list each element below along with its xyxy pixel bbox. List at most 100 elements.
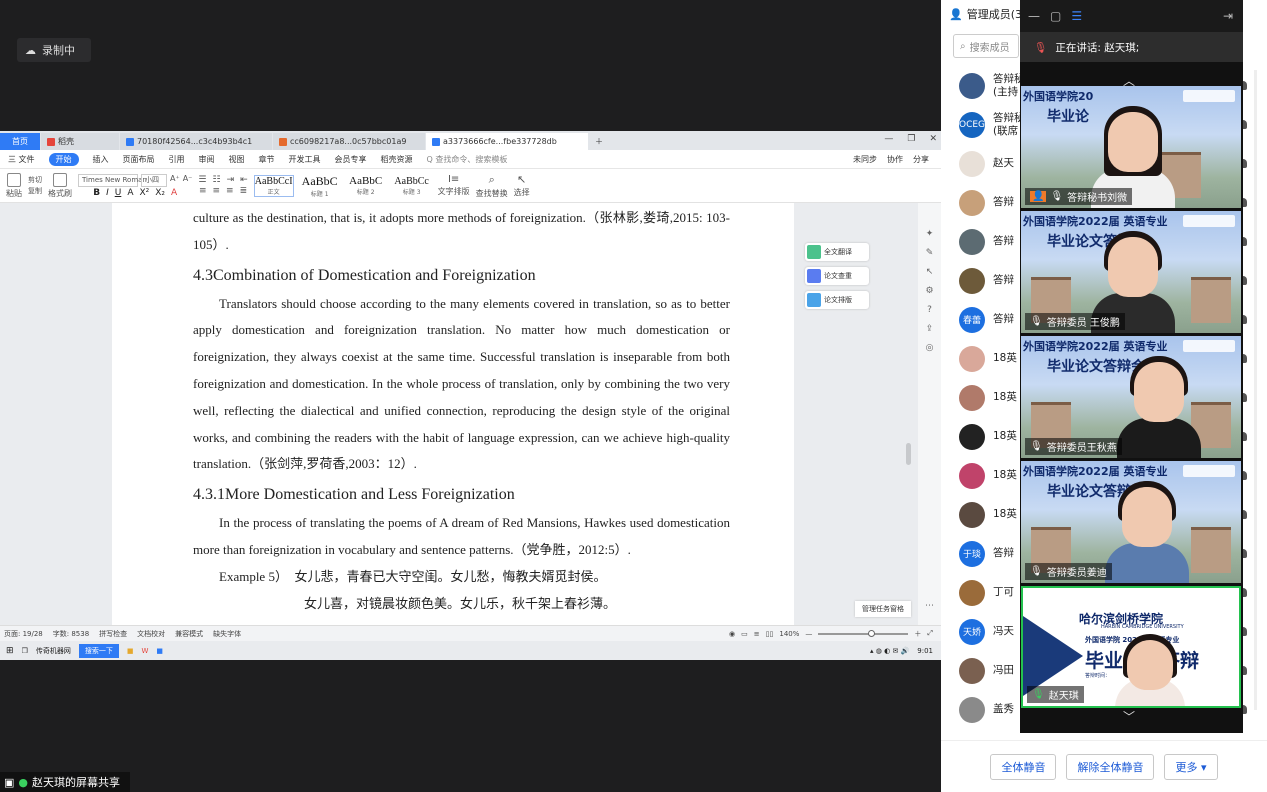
task-view-icon[interactable]: ❒ <box>22 647 28 655</box>
font-grow-icon[interactable]: A⁺ <box>170 174 180 187</box>
tab-home[interactable]: 首页 <box>0 133 40 150</box>
scroll-down-icon[interactable]: ﹀ <box>1123 708 1135 725</box>
window-icon[interactable]: ▢ <box>1050 9 1061 23</box>
menu-review[interactable]: 审阅 <box>199 154 215 165</box>
bold-icon[interactable]: B <box>93 188 100 198</box>
video-tile-5-active[interactable]: 哈尔滨剑桥学院 HARBIN CAMBRIDGE UNIVERSITY 外国语学… <box>1021 586 1241 708</box>
superscript-icon[interactable]: X² <box>139 188 149 198</box>
minimize-icon[interactable]: — <box>884 134 893 144</box>
format-painter-button[interactable]: 格式刷 <box>48 172 72 199</box>
settings-icon[interactable]: ⚙ <box>925 286 933 296</box>
close-icon[interactable]: ✕ <box>929 134 937 144</box>
style-heading-3[interactable]: AaBbCc 标题 3 <box>392 176 432 196</box>
menu-home[interactable]: 开始 <box>48 152 79 166</box>
font-select[interactable]: Times New Roman <box>78 173 147 187</box>
mute-all-button[interactable]: 全体静音 <box>990 753 1057 780</box>
menu-docer[interactable]: 稻壳资源 <box>381 154 413 165</box>
edit-icon[interactable]: ✎ <box>926 248 934 258</box>
member-list-scrollbar[interactable] <box>1254 70 1257 710</box>
find-replace-button[interactable]: ⌕ 查找替换 <box>476 173 508 199</box>
bullets-icon[interactable]: ☰ <box>198 175 206 185</box>
video-tile-4[interactable]: 外国语学院2022届 英语专业 毕业论文答辩会 🎙 答辩委员姜迪 <box>1021 461 1241 583</box>
zoom-slider-knob[interactable] <box>867 629 875 637</box>
vertical-scrollbar[interactable] <box>906 443 911 465</box>
missing-fonts[interactable]: 缺失字体 <box>213 629 241 639</box>
member-search-input[interactable]: ⌕ 搜索成员 <box>953 34 1019 58</box>
more-icon[interactable]: ⋯ <box>925 601 934 611</box>
spell-check[interactable]: 拼写检查 <box>99 629 127 639</box>
copy-button[interactable]: 复制 <box>28 186 42 196</box>
select-button[interactable]: ↖ 选择 <box>514 173 530 198</box>
menu-view[interactable]: 视图 <box>229 154 245 165</box>
document-page[interactable]: culture as the destination, that is, it … <box>112 203 794 625</box>
outline-view-icon[interactable]: ≡ <box>754 630 760 638</box>
text-layout-button[interactable]: Ⅰ≡ 文字排版 <box>438 174 470 197</box>
strikethrough-icon[interactable]: A <box>127 188 133 198</box>
sync-status[interactable]: 未同步 <box>853 154 877 165</box>
folder-icon[interactable]: ■ <box>127 647 134 655</box>
page-view-icon[interactable]: ▭ <box>741 630 748 638</box>
subscript-icon[interactable]: X₂ <box>155 188 165 198</box>
underline-icon[interactable]: U <box>115 188 122 198</box>
share-button[interactable]: 分享 <box>913 154 929 165</box>
eye-icon[interactable]: ◉ <box>729 630 735 638</box>
help-icon[interactable]: ? <box>927 305 932 315</box>
justify-icon[interactable]: ≣ <box>240 186 248 196</box>
task-pane-button[interactable]: 管理任务窗格 <box>855 601 911 617</box>
read-view-icon[interactable]: ▯▯ <box>766 630 774 638</box>
collapse-icon[interactable]: ⇥ <box>1223 9 1233 23</box>
menu-file[interactable]: 三 文件 <box>8 154 35 165</box>
tab-docer[interactable]: 稻壳 <box>41 133 119 150</box>
share-icon[interactable]: ⇪ <box>926 324 934 334</box>
maximize-icon[interactable]: ❐ <box>907 134 915 144</box>
plagiarism-check-button[interactable]: 论文查重 <box>805 267 869 285</box>
indent-icon[interactable]: ⇥ <box>227 175 235 185</box>
video-tile-1[interactable]: 外国语学院20 毕业论 👤 🎙 答辩秘书刘微 <box>1021 86 1241 208</box>
select-icon[interactable]: ↖ <box>926 267 934 277</box>
tab-doc-3[interactable]: a3373666cfe...fbe337728db <box>426 133 588 150</box>
menu-insert[interactable]: 插入 <box>93 154 109 165</box>
more-button[interactable]: 更多 ▾ <box>1164 753 1218 780</box>
word-count[interactable]: 字数: 8538 <box>53 629 89 639</box>
windows-start-icon[interactable]: ⊞ <box>6 646 14 656</box>
zoom-in-icon[interactable]: ＋ <box>914 629 921 639</box>
font-shrink-icon[interactable]: A⁻ <box>183 174 193 187</box>
meeting-app-icon[interactable]: ■ <box>156 647 163 655</box>
pin-icon[interactable]: ✦ <box>926 229 934 239</box>
menu-developer[interactable]: 开发工具 <box>289 154 321 165</box>
tab-doc-2[interactable]: cc6098217a8...0c57bbc01a9 <box>273 133 425 150</box>
menu-member[interactable]: 会员专享 <box>335 154 367 165</box>
location-icon[interactable]: ◎ <box>926 343 934 353</box>
new-tab-button[interactable]: ＋ <box>589 133 609 150</box>
minimize-icon[interactable]: — <box>1028 9 1040 23</box>
thesis-format-button[interactable]: 论文排版 <box>805 291 869 309</box>
tray-icons[interactable]: ▴ ◍ ◐ ✉ 🔊 <box>870 647 909 655</box>
tab-doc-1[interactable]: 70180f42564...c3c4b93b4c1 <box>120 133 272 150</box>
style-normal[interactable]: AaBbCcI 正文 <box>253 174 294 197</box>
fullscreen-icon[interactable]: ⤢ <box>927 629 933 638</box>
style-heading-1[interactable]: AaBbC 标题 1 <box>300 174 340 198</box>
browser-app[interactable]: 传奇机器网 <box>36 646 71 656</box>
full-translate-button[interactable]: 全文翻译 <box>805 243 869 261</box>
numbering-icon[interactable]: ☷ <box>212 175 220 185</box>
outdent-icon[interactable]: ⇤ <box>240 175 248 185</box>
unmute-all-button[interactable]: 解除全体静音 <box>1066 753 1155 780</box>
video-tile-3[interactable]: 外国语学院2022届 英语专业 毕业论文答辩会 🎙 答辩委员王秋燕 <box>1021 336 1241 458</box>
style-heading-2[interactable]: AaBbC 标题 2 <box>346 175 386 196</box>
align-center-icon[interactable]: ≡ <box>212 186 220 196</box>
doc-check[interactable]: 文档校对 <box>137 629 165 639</box>
command-search[interactable]: Q 查找命令、搜索模板 <box>427 154 508 165</box>
zoom-out-icon[interactable]: — <box>805 630 812 638</box>
align-left-icon[interactable]: ≡ <box>199 186 207 196</box>
cut-button[interactable]: 剪切 <box>28 175 42 185</box>
taskbar-search[interactable]: 搜索一下 <box>78 643 119 658</box>
menu-layout[interactable]: 页面布局 <box>123 154 155 165</box>
menu-references[interactable]: 引用 <box>169 154 185 165</box>
paste-button[interactable]: 粘贴 <box>6 172 22 199</box>
zoom-slider[interactable] <box>818 629 909 637</box>
menu-chapter[interactable]: 章节 <box>259 154 275 165</box>
font-color-icon[interactable]: A <box>171 188 177 198</box>
video-tile-2[interactable]: 外国语学院2022届 英语专业 毕业论文答辩会 🎙 答辩委员 王俊鹏 <box>1021 211 1241 333</box>
size-select[interactable]: 小四 <box>141 173 167 187</box>
gallery-view-icon[interactable]: ☰ <box>1071 9 1082 23</box>
